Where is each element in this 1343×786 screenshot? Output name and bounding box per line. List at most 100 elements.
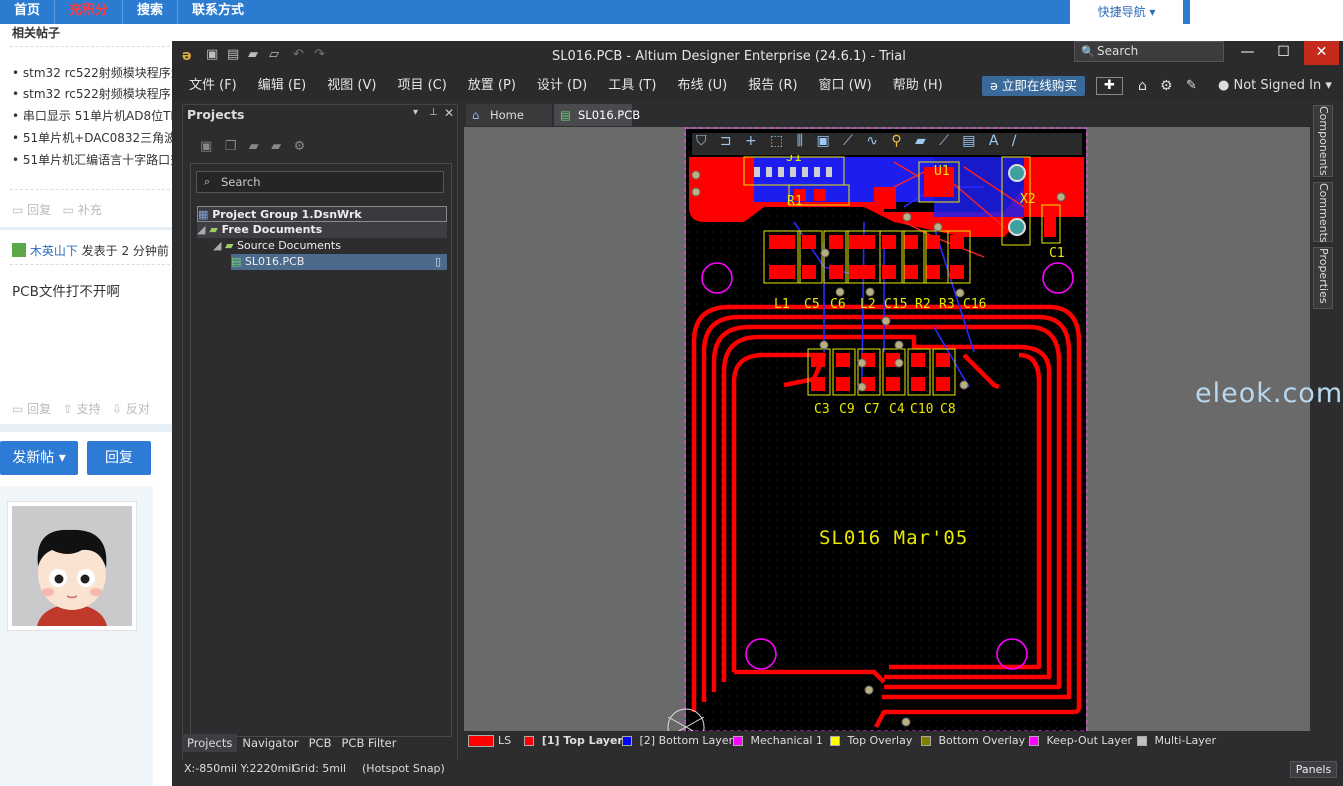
tab-pcb[interactable]: PCB: [304, 734, 337, 752]
gear-icon[interactable]: ⚙: [294, 139, 306, 154]
global-search-input[interactable]: 🔍 Search: [1074, 41, 1224, 62]
polygon-icon[interactable]: ▰: [915, 133, 926, 149]
altium-window: ə ▣ ▤ ▰ ▱ ↶ ↷ SL016.PCB - Altium Designe…: [172, 41, 1343, 786]
copy-icon[interactable]: ❐: [225, 139, 237, 154]
folder-close-icon[interactable]: ▰: [271, 139, 281, 154]
menu-view[interactable]: 视图 (V): [327, 72, 376, 100]
label-c5: C5: [804, 297, 820, 312]
tree-item-free-documents[interactable]: ◢ ▰ Free Documents: [197, 222, 447, 238]
user-menu[interactable]: ● Not Signed In ▾: [1218, 78, 1332, 93]
pin-icon[interactable]: ⊥: [429, 107, 438, 118]
minimize-button[interactable]: —: [1230, 41, 1265, 65]
oppose-icon: ⇩: [112, 402, 123, 416]
layer-top-overlay[interactable]: Top Overlay: [830, 732, 912, 750]
related-post-5[interactable]: • 51单片机汇编语言十字路口交: [12, 151, 182, 168]
align-icon[interactable]: ⫼: [797, 133, 803, 149]
line-icon[interactable]: /: [1012, 133, 1017, 149]
layer-mechanical-1[interactable]: Mechanical 1: [733, 732, 823, 750]
label-c6: C6: [830, 297, 846, 312]
tree-item-source-documents[interactable]: ◢ ▰ Source Documents: [213, 238, 341, 254]
component-icon[interactable]: ▣: [816, 133, 829, 149]
layer-keep-out[interactable]: Keep-Out Layer: [1029, 732, 1132, 750]
properties-panel-tab[interactable]: Properties: [1313, 247, 1333, 309]
open-folder-icon[interactable]: ▰: [248, 48, 262, 62]
layer-set-ls[interactable]: LS: [468, 732, 511, 750]
new-post-button[interactable]: 发新帖 ▾: [0, 441, 78, 475]
related-post-3[interactable]: • 串口显示 51单片机AD8位TLC: [12, 107, 185, 124]
quick-nav-button[interactable]: 快捷导航 ▾: [1070, 0, 1183, 24]
interactive-route-icon[interactable]: ⟋: [843, 133, 853, 149]
save-icon[interactable]: ▣: [206, 48, 220, 62]
panel-close-icon[interactable]: ✕: [444, 106, 454, 120]
reply-button[interactable]: 回复: [87, 441, 151, 475]
forum-nav-bar: 首页 充积分 搜索 联系方式: [0, 0, 1190, 24]
tab-navigator[interactable]: Navigator: [237, 734, 303, 752]
add-comment-icon[interactable]: ✚: [1096, 77, 1123, 95]
related-post-1[interactable]: • stm32 rc522射频模块程序源: [12, 64, 183, 81]
tab-home-page[interactable]: ⌂Home Page: [466, 104, 552, 144]
gear-icon[interactable]: ⚙: [1160, 78, 1173, 94]
panels-button[interactable]: Panels: [1290, 761, 1337, 778]
crosshair-icon[interactable]: +: [745, 133, 757, 149]
nav-recharge[interactable]: 充积分: [54, 0, 122, 24]
menu-route[interactable]: 布线 (U): [677, 72, 727, 100]
comments-panel-tab[interactable]: Comments: [1313, 182, 1333, 243]
layer-top[interactable]: [1] Top Layer: [524, 732, 623, 750]
select-icon[interactable]: ⬚: [770, 133, 783, 149]
nav-search[interactable]: 搜索: [122, 0, 177, 24]
menu-design[interactable]: 设计 (D): [537, 72, 587, 100]
open-project-icon[interactable]: ▱: [269, 48, 283, 62]
menu-window[interactable]: 窗口 (W): [819, 72, 872, 100]
divider: [0, 227, 172, 230]
panel-menu-icon[interactable]: ▾: [413, 107, 418, 118]
layer-bottom-overlay[interactable]: Bottom Overlay: [921, 732, 1025, 750]
tab-sl016-pcb[interactable]: ▤ SL016.PCB: [554, 104, 640, 126]
pcb-canvas[interactable]: L1 C5 C6 L2 C15 R2 R3 C16 C3 C9 C7 C4 C1…: [464, 127, 1310, 731]
undo-icon[interactable]: ↶: [293, 48, 307, 62]
layer-color-swatch: [733, 736, 743, 746]
active-bar-toolbar: ⛉ ⊐ + ⬚ ⫼ ▣ ⟋ ∿ ⚲ ▰ ⟋ ▤ A /: [692, 133, 1082, 155]
post-author[interactable]: 木英山下: [30, 244, 78, 258]
menu-file[interactable]: 文件 (F): [189, 72, 237, 100]
caret-down-icon: ▾: [1325, 78, 1332, 93]
redo-icon[interactable]: ↷: [314, 48, 328, 62]
menu-help[interactable]: 帮助 (H): [893, 72, 943, 100]
filter-icon[interactable]: ⛉: [696, 133, 707, 149]
altium-logo-icon: ə: [182, 48, 192, 64]
menu-edit[interactable]: 编辑 (E): [258, 72, 307, 100]
text-icon[interactable]: A: [989, 133, 999, 149]
folder-icon[interactable]: ▰: [249, 139, 259, 154]
home-icon[interactable]: ⌂: [1138, 78, 1147, 94]
tree-item-workspace[interactable]: ▦ Project Group 1.DsnWrk: [197, 206, 447, 222]
length-tune-icon[interactable]: ∿: [866, 133, 878, 149]
reply-link[interactable]: ▭ 回复 ▭ 补充: [12, 201, 102, 218]
maximize-button[interactable]: ☐: [1266, 41, 1301, 65]
dimension-icon[interactable]: ⟋: [939, 133, 949, 149]
via-icon[interactable]: ⚲: [891, 133, 901, 149]
string-tool-icon[interactable]: ▤: [962, 133, 975, 149]
related-post-2[interactable]: • stm32 rc522射频模块程序: [12, 85, 171, 102]
tree-item-sl016-pcb[interactable]: ▤ SL016.PCB ▯: [231, 254, 447, 270]
menu-tools[interactable]: 工具 (T): [608, 72, 656, 100]
layer-bottom[interactable]: [2] Bottom Layer: [622, 732, 733, 750]
menu-project[interactable]: 项目 (C): [397, 72, 446, 100]
tab-projects[interactable]: Projects: [182, 734, 238, 752]
layer-multi[interactable]: Multi-Layer: [1137, 732, 1216, 750]
support-icon: ⇧: [62, 402, 73, 416]
route-icon[interactable]: ⊐: [720, 133, 732, 149]
nav-home[interactable]: 首页: [0, 0, 54, 24]
label-r3: R3: [939, 297, 955, 312]
nav-contact[interactable]: 联系方式: [177, 0, 258, 24]
menu-reports[interactable]: 报告 (R): [748, 72, 797, 100]
related-post-4[interactable]: • 51单片机+DAC0832三角波的: [12, 129, 188, 146]
notifications-icon[interactable]: ✎: [1186, 78, 1197, 93]
post-actions[interactable]: ▭ 回复 ⇧ 支持 ⇩ 反对: [12, 400, 150, 417]
components-panel-tab[interactable]: Components: [1313, 105, 1333, 177]
tab-pcb-filter[interactable]: PCB Filter: [336, 734, 401, 752]
save-icon[interactable]: ▣: [200, 139, 212, 154]
save-all-icon[interactable]: ▤: [227, 48, 241, 62]
menu-place[interactable]: 放置 (P): [468, 72, 516, 100]
label-x2: X2: [1020, 192, 1036, 207]
close-button[interactable]: ✕: [1304, 41, 1339, 65]
buy-online-button[interactable]: ə 立即在线购买: [982, 76, 1085, 96]
